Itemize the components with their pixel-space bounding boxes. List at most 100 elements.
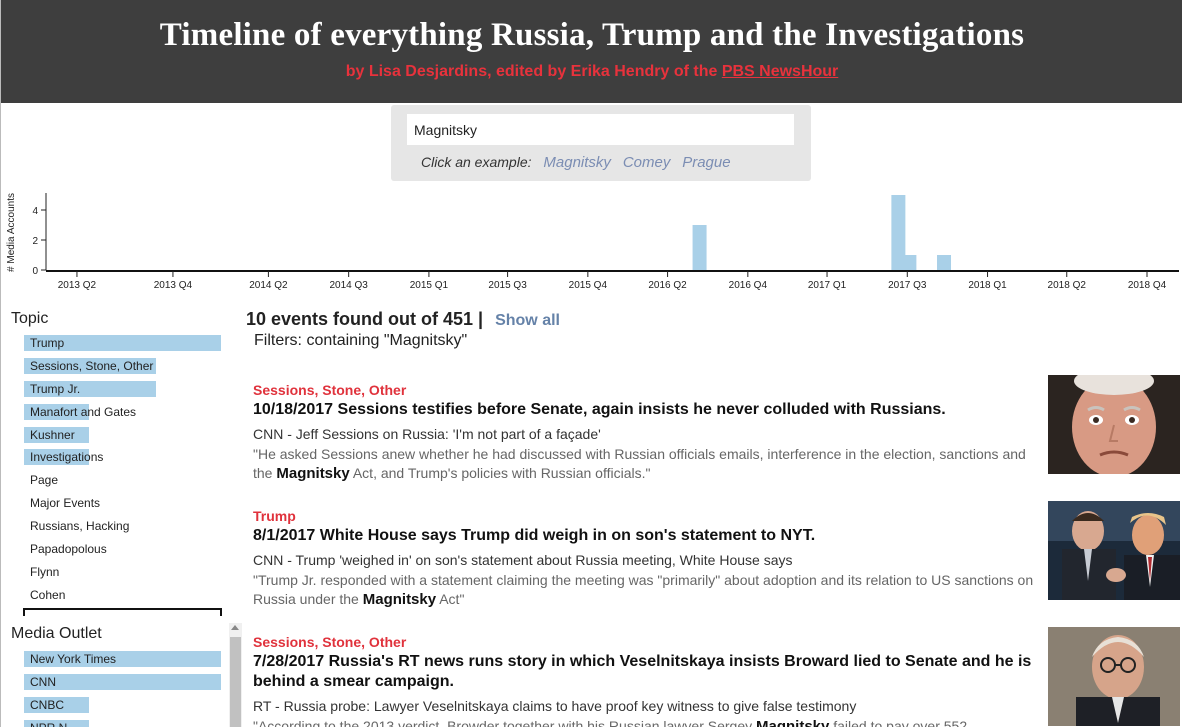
byline-text: by Lisa Desjardins, edited by Erika Hend… [345,63,722,80]
topic-label: Flynn [30,564,60,579]
media-outlet-label: NPR N... [30,721,77,727]
media-outlet-list: New York Times CNN CNBC NPR N... [24,649,224,727]
topic-label: Page [30,473,59,488]
event-photo-trumps [1048,501,1180,600]
y-axis-label: # Media Accounts [6,193,17,272]
media-outlet-item[interactable]: New York Times [24,649,224,672]
quote-text-end: Act, and Trump's policies with Russian o… [349,465,651,481]
topic-item[interactable]: Page [24,470,224,493]
topic-label: Cohen [30,587,66,602]
event-category[interactable]: Sessions, Stone, Other [253,382,1182,398]
quote-text: "According to the 2013 verdict, Browder … [253,718,756,727]
histogram-bar [692,225,707,270]
x-tick-label: 2014 Q2 [249,280,288,291]
example-link-magnitsky[interactable]: Magnitsky [543,154,611,171]
topic-item[interactable]: Manafort and Gates [24,402,224,425]
results-panel: 10 events found out of 451 | Show all Fil… [246,305,1182,727]
event-photo-browder [1048,627,1180,726]
event-headline: 7/28/2017 Russia's RT news runs story in… [253,653,1032,690]
scroll-thumb[interactable] [230,637,241,727]
topic-item[interactable]: Major Events [24,493,224,516]
topic-label: Manafort and Gates [30,404,137,419]
scroll-up-icon[interactable] [231,625,239,630]
example-link-prague[interactable]: Prague [682,154,730,171]
media-scrollbar[interactable] [229,623,242,727]
media-outlet-label: New York Times [30,652,117,666]
examples-label: Click an example: [421,154,532,170]
media-outlet-title: Media Outlet [11,625,102,642]
x-tick-label: 2018 Q1 [968,280,1007,291]
event-source-link[interactable]: CNN - Jeff Sessions on Russia: 'I'm not … [253,426,1182,442]
event-headline: 8/1/2017 White House says Trump did weig… [253,527,816,544]
x-tick-label: 2015 Q3 [488,280,527,291]
quote-highlight: Magnitsky [362,591,437,608]
y-tick-label: 4 [32,206,38,217]
y-tick-label: 2 [32,236,38,247]
x-tick-label: 2017 Q3 [888,280,927,291]
topic-label: Investigations [30,450,104,465]
topic-item[interactable]: Kushner [24,425,224,448]
x-tick-label: 2017 Q1 [808,280,847,291]
byline: by Lisa Desjardins, edited by Erika Hend… [1,63,1182,81]
results-count: 10 events found out of 451 | [246,309,484,329]
page-title: Timeline of everything Russia, Trump and… [159,17,1025,53]
topic-label: Kushner [30,427,75,442]
quote-text-end: Act" [436,591,465,607]
search-panel: Click an example: Magnitsky Comey Prague [391,105,811,181]
media-accounts-histogram[interactable]: # Media Accounts 0 2 4 2013 Q2 2013 Q4 2014 Q2… [1,183,1182,295]
x-tick-label: 2015 Q1 [410,280,449,291]
quote-highlight: Magnitsky [756,718,830,727]
topic-label: Russians, Hacking [30,519,130,534]
pbs-newshour-link[interactable]: PBS NewsHour [722,63,838,80]
topic-item[interactable]: Flynn [24,562,224,585]
x-tick-label: 2016 Q2 [648,280,687,291]
x-tick-label: 2013 Q2 [58,280,97,291]
x-tick-label: 2018 Q2 [1048,280,1087,291]
topic-title: Topic [11,310,49,327]
examples-row: Click an example: Magnitsky Comey Prague [421,154,731,171]
event-source-link[interactable]: CNN - Trump 'weighed in' on son's statem… [253,552,1182,568]
quote-text-end: failed to pay over 552 [829,718,968,727]
event-quote: "He asked Sessions anew whether he had d… [253,445,1043,483]
event-item: Sessions, Stone, Other 7/28/2017 Russia'… [253,627,1182,727]
media-outlet-label: CNBC [30,698,65,712]
page-header: Timeline of everything Russia, Trump and… [1,0,1182,103]
topic-item[interactable]: Cohen [24,585,224,608]
quote-highlight: Magnitsky [276,465,350,482]
event-category[interactable]: Trump [253,508,1182,524]
topic-item[interactable]: Trump Jr. [24,379,224,402]
event-source-link[interactable]: RT - Russia probe: Lawyer Veselnitskaya … [253,698,1182,714]
topic-item[interactable]: Investigations [24,447,224,470]
topic-label: Papadopolous [30,542,107,557]
media-outlet-item[interactable]: NPR N... [24,718,224,727]
topic-item[interactable]: Trump [24,333,224,356]
histogram-bar [902,255,917,270]
topic-item[interactable]: Papadopolous [24,539,224,562]
x-tick-label: 2015 Q4 [569,280,608,291]
topic-label: Sessions, Stone, Other [30,358,154,373]
show-all-link[interactable]: Show all [495,312,560,329]
topic-item[interactable]: Russians, Hacking [24,516,224,539]
event-category[interactable]: Sessions, Stone, Other [253,634,1182,650]
topic-item[interactable]: Sessions, Stone, Other [24,356,224,379]
x-tick-label: 2014 Q3 [329,280,368,291]
topic-label: Major Events [30,496,101,511]
example-link-comey[interactable]: Comey [623,154,671,171]
x-tick-label: 2013 Q4 [154,280,193,291]
x-tick-label: 2018 Q4 [1128,280,1167,291]
topic-list: Trump Sessions, Stone, Other Trump Jr. Mana… [24,333,224,608]
filter-sidebar: Topic Trump Sessions, Stone, Other Trump J… [1,305,243,727]
active-filters: Filters: containing "Magnitsky" [254,332,468,349]
search-input[interactable] [407,114,794,145]
media-outlet-item[interactable]: CNBC [24,695,224,718]
event-photo-sessions [1048,375,1180,474]
event-headline: 10/18/2017 Sessions testifies before Sen… [253,401,946,418]
event-item: Sessions, Stone, Other 10/18/2017 Sessio… [253,375,1182,483]
results-count-line: 10 events found out of 451 | Show all [246,309,560,330]
media-outlet-item[interactable]: CNN [24,672,224,695]
media-outlet-label: CNN [30,675,56,689]
topic-list-border [23,608,222,616]
topic-label: Trump [30,336,65,350]
event-quote: "According to the 2013 verdict, Browder … [253,717,1043,727]
event-item: Trump 8/1/2017 White House says Trump di… [253,501,1182,609]
